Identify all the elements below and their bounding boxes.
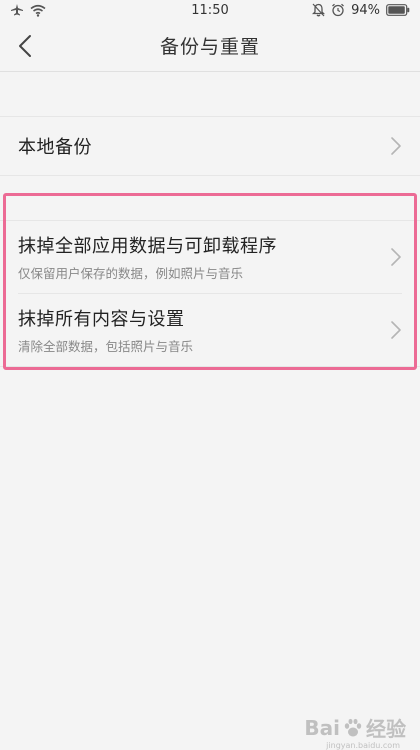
local-backup-title: 本地备份 [18, 137, 92, 158]
watermark-url: jingyan.baidu.com [326, 741, 400, 750]
chevron-right-icon [391, 137, 401, 155]
back-button[interactable] [10, 30, 40, 62]
erase-all-title: 抹掉所有内容与设置 [18, 309, 185, 330]
chevron-right-icon [391, 321, 401, 339]
erase-apps-title: 抹掉全部应用数据与可卸载程序 [18, 236, 277, 257]
status-bar: 11:50 94% [0, 0, 420, 20]
screen: 11:50 94% 备份与重置 本地备份 抹掉全部应用数据与可卸载程序 仅保留用… [0, 0, 420, 750]
erase-all-row[interactable]: 抹掉所有内容与设置 清除全部数据，包括照片与音乐 [0, 294, 420, 366]
erase-apps-row[interactable]: 抹掉全部应用数据与可卸载程序 仅保留用户保存的数据，例如照片与音乐 [0, 221, 420, 293]
chevron-left-icon [19, 35, 31, 57]
local-backup-row[interactable]: 本地备份 [0, 117, 420, 175]
watermark-text-2: 经验 [366, 717, 406, 741]
erase-apps-subtitle: 仅保留用户保存的数据，例如照片与音乐 [18, 266, 244, 281]
erase-section: 抹掉全部应用数据与可卸载程序 仅保留用户保存的数据，例如照片与音乐 抹掉所有内容… [0, 220, 420, 367]
local-backup-section: 本地备份 [0, 116, 420, 176]
chevron-right-icon [391, 248, 401, 266]
erase-all-subtitle: 清除全部数据，包括照片与音乐 [18, 339, 194, 354]
page-title: 备份与重置 [159, 36, 260, 58]
watermark-text: Bai [304, 715, 340, 740]
paw-icon [344, 718, 362, 736]
baidu-watermark: Bai 经验 [304, 713, 406, 742]
header: 备份与重置 [0, 20, 420, 72]
status-time: 11:50 [191, 3, 229, 18]
